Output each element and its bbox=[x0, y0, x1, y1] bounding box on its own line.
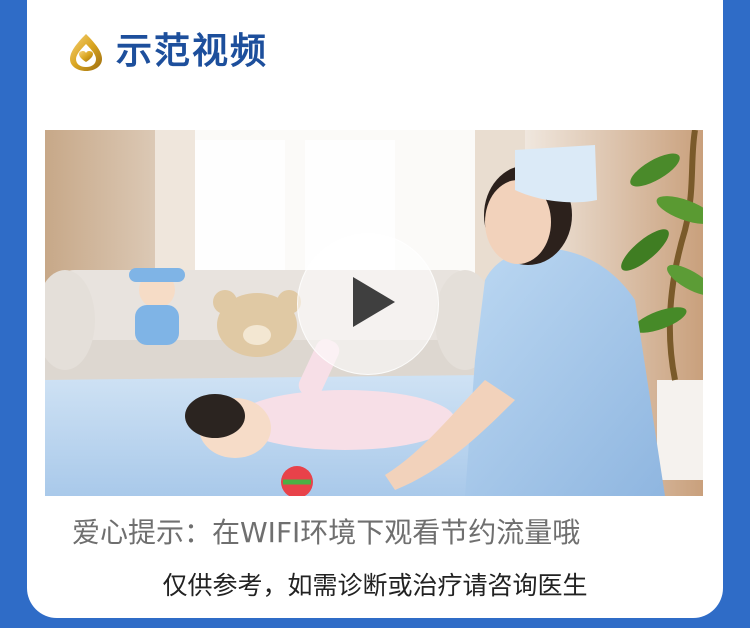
page-background: 示范视频 爱心提示：在WIFI环境下观看节约流量哦 仅供参考，如需诊断或治疗请咨… bbox=[0, 0, 750, 628]
section-title: 示范视频 bbox=[116, 31, 269, 72]
gold-heart-leaf-logo-icon bbox=[68, 32, 104, 72]
medical-disclaimer: 仅供参考，如需诊断或治疗请咨询医生 bbox=[162, 571, 588, 600]
video-play-button[interactable] bbox=[297, 233, 439, 375]
wifi-tip-text: 爱心提示：在WIFI环境下观看节约流量哦 bbox=[72, 516, 581, 549]
play-icon bbox=[333, 267, 403, 341]
section-header: 示范视频 bbox=[68, 28, 268, 76]
